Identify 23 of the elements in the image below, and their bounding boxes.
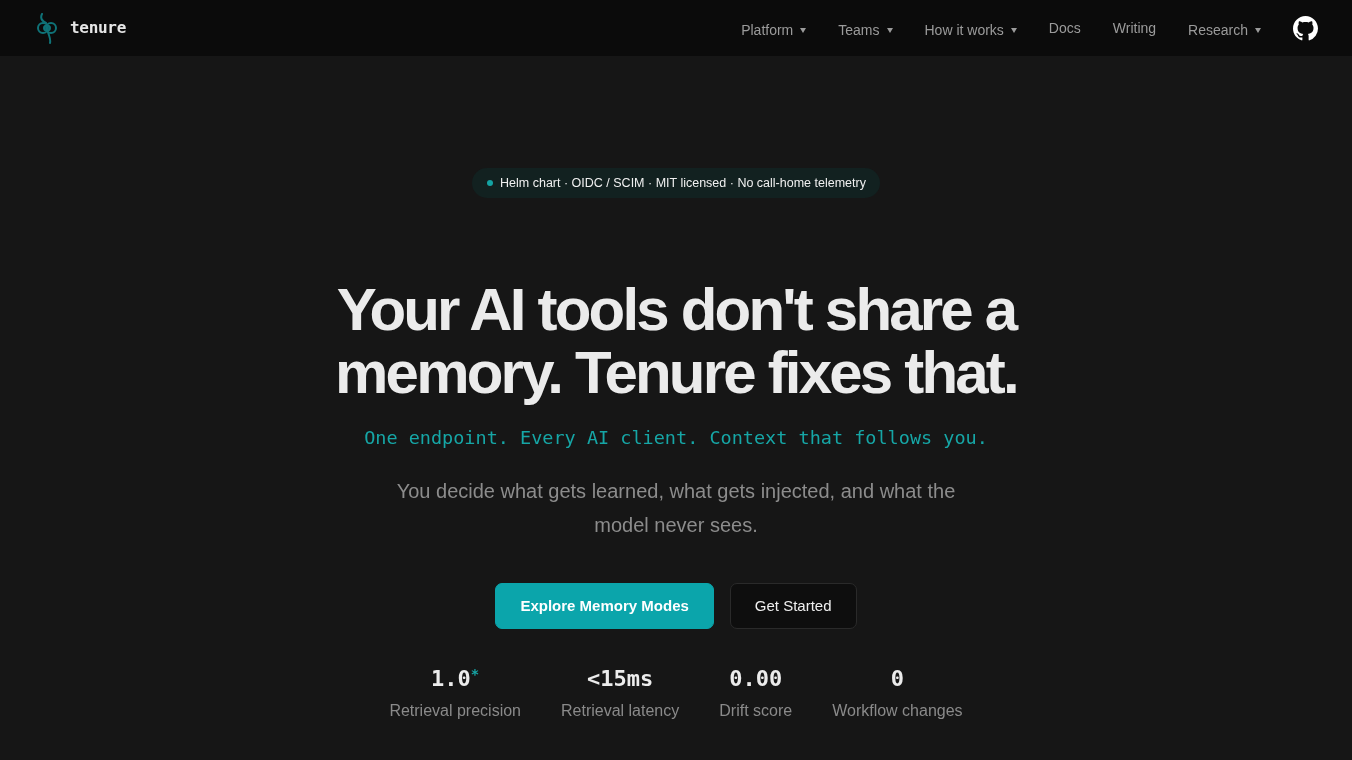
- stat-value: 0: [890, 665, 904, 693]
- description: You decide what gets learned, what gets injected, and what the model never sees.: [395, 479, 957, 538]
- headline: Your AI tools don't share a memory. Tenure fixes that.: [334, 278, 1018, 404]
- nav-link[interactable]: How it works: [908, 13, 1033, 47]
- nav-link[interactable]: Platform: [725, 13, 823, 47]
- cat-logo-icon[interactable]: [1293, 15, 1318, 41]
- get-started-button[interactable]: Get Started: [729, 583, 857, 629]
- stat-label: Retrieval precision: [389, 701, 521, 721]
- stat-label: Drift score: [719, 701, 793, 721]
- nav-link[interactable]: Research: [1172, 13, 1277, 47]
- stat-value: 0.00: [729, 665, 783, 693]
- stat-value: 1.0$^{*}$: [431, 665, 480, 693]
- stat-value: <15ms: [587, 665, 654, 693]
- badge-text: Helm chart · OIDC / SCIM · MIT licensed · No call-home telemetry: [500, 174, 866, 192]
- nav-link[interactable]: Docs: [1032, 11, 1097, 45]
- status-dot-icon: [487, 180, 494, 186]
- knot-logo-icon[interactable]: [36, 12, 58, 44]
- stat-label: Workflow changes: [832, 701, 963, 721]
- tagline: One endpoint. Every AI client. Context that follows you.: [364, 426, 988, 450]
- stat-label: Retrieval latency: [561, 701, 680, 721]
- logo-text[interactable]: tenure: [70, 16, 126, 40]
- nav-link[interactable]: Teams: [822, 13, 909, 47]
- nav-link[interactable]: Writing: [1096, 11, 1173, 45]
